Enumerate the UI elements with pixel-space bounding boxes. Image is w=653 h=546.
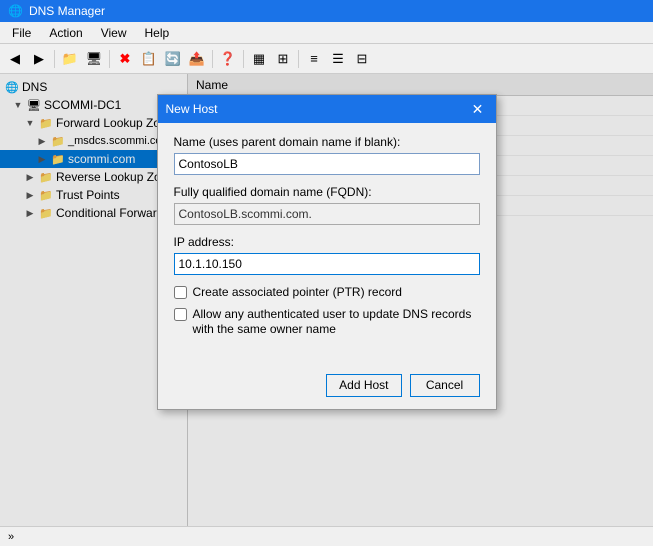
toolbar-sep2	[109, 50, 110, 68]
ptr-checkbox[interactable]	[174, 286, 187, 299]
fqdn-label: Fully qualified domain name (FQDN):	[174, 185, 480, 199]
toolbar-folder[interactable]: 📁	[59, 48, 81, 70]
menu-view[interactable]: View	[93, 24, 135, 42]
cancel-button[interactable]: Cancel	[410, 374, 480, 397]
dialog-footer: Add Host Cancel	[158, 366, 496, 409]
modal-overlay: New Host ✕ Name (uses parent domain name…	[0, 74, 653, 546]
auth-checkbox-row: Allow any authenticated user to update D…	[174, 307, 480, 338]
toolbar-filter2[interactable]: ⊞	[272, 48, 294, 70]
toolbar-details[interactable]: ≡	[303, 48, 325, 70]
toolbar-console[interactable]: 🖥	[83, 48, 105, 70]
name-label: Name (uses parent domain name if blank):	[174, 135, 480, 149]
menu-action[interactable]: Action	[41, 24, 90, 42]
toolbar-icons[interactable]: ⊟	[351, 48, 373, 70]
toolbar-refresh[interactable]: 🔄	[162, 48, 184, 70]
menu-help[interactable]: Help	[137, 24, 178, 42]
toolbar-delete[interactable]: ✖	[114, 48, 136, 70]
dialog-titlebar: New Host ✕	[158, 95, 496, 123]
auth-label[interactable]: Allow any authenticated user to update D…	[193, 307, 480, 338]
ptr-checkbox-row: Create associated pointer (PTR) record	[174, 285, 480, 301]
title-bar: 🌐 DNS Manager	[0, 0, 653, 22]
fqdn-display: ContosoLB.scommi.com.	[174, 203, 480, 225]
toolbar-sep3	[212, 50, 213, 68]
add-host-button[interactable]: Add Host	[326, 374, 401, 397]
dialog-close-button[interactable]: ✕	[468, 99, 488, 119]
toolbar-forward[interactable]: ▶	[28, 48, 50, 70]
toolbar-sep5	[298, 50, 299, 68]
title-bar-icon: 🌐	[8, 4, 23, 18]
toolbar-help[interactable]: ❓	[217, 48, 239, 70]
toolbar: ◀ ▶ 📁 🖥 ✖ 📋 🔄 📤 ❓ ▦ ⊞ ≡ ☰ ⊟	[0, 44, 653, 74]
menu-bar: File Action View Help	[0, 22, 653, 44]
title-bar-title: DNS Manager	[29, 4, 105, 18]
dialog-body: Name (uses parent domain name if blank):…	[158, 123, 496, 356]
toolbar-filter1[interactable]: ▦	[248, 48, 270, 70]
toolbar-back[interactable]: ◀	[4, 48, 26, 70]
status-arrows: »	[8, 531, 14, 543]
toolbar-sep4	[243, 50, 244, 68]
menu-file[interactable]: File	[4, 24, 39, 42]
toolbar-sep1	[54, 50, 55, 68]
ptr-label[interactable]: Create associated pointer (PTR) record	[193, 285, 402, 301]
name-input[interactable]	[174, 153, 480, 175]
new-host-dialog: New Host ✕ Name (uses parent domain name…	[157, 94, 497, 410]
dialog-title: New Host	[166, 102, 218, 116]
ip-label: IP address:	[174, 235, 480, 249]
toolbar-properties[interactable]: 📋	[138, 48, 160, 70]
auth-checkbox[interactable]	[174, 308, 187, 321]
ip-input[interactable]	[174, 253, 480, 275]
toolbar-list[interactable]: ☰	[327, 48, 349, 70]
toolbar-export[interactable]: 📤	[186, 48, 208, 70]
status-bar: »	[0, 526, 653, 546]
